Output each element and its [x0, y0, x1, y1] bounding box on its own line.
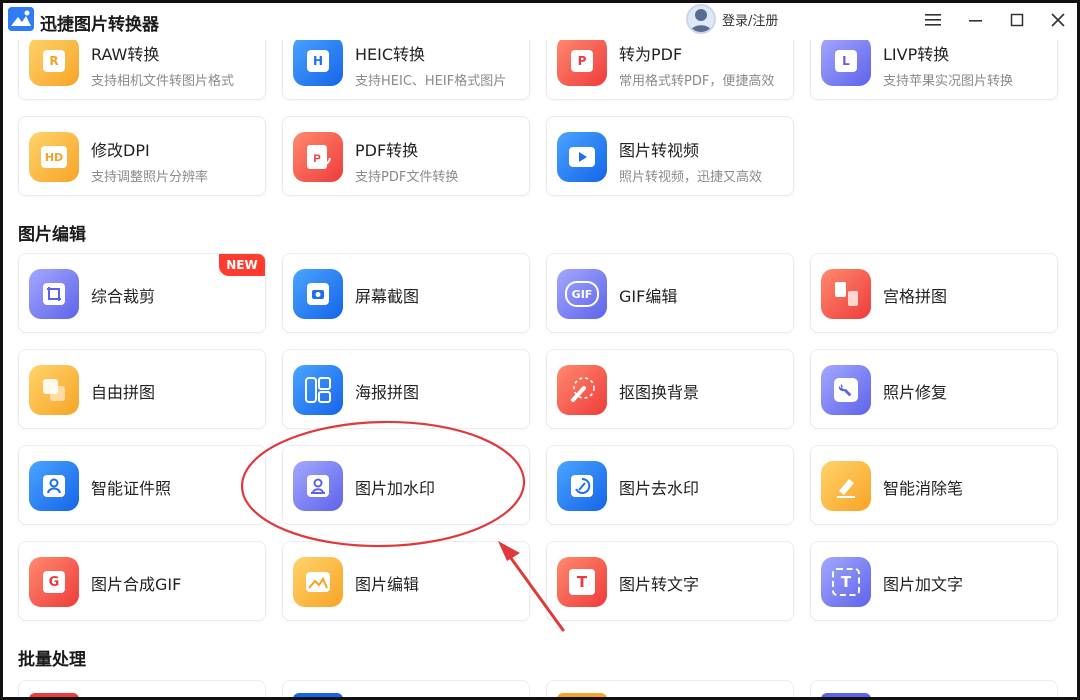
pdf-convert-icon: P	[293, 132, 343, 182]
card-desc: 支持调整照片分辨率	[91, 170, 209, 185]
eraser-icon	[821, 461, 871, 511]
card-label: 图片合成GIF	[91, 575, 182, 594]
card-label: 图片加文字	[883, 575, 964, 594]
video-icon	[557, 132, 607, 182]
card-poster-collage[interactable]: 海报拼图	[282, 349, 530, 429]
card-grid-collage[interactable]: 宫格拼图	[810, 253, 1058, 333]
id-photo-icon	[29, 461, 79, 511]
batch-card[interactable]	[810, 680, 1058, 700]
heic-icon: H	[293, 36, 343, 86]
card-label: 图片转文字	[619, 575, 700, 594]
repair-icon	[821, 365, 871, 415]
grid-collage-icon	[821, 269, 871, 319]
new-badge: NEW	[219, 254, 265, 276]
card-image-to-text[interactable]: T 图片转文字	[546, 541, 794, 621]
card-desc: 支持PDF文件转换	[355, 170, 459, 185]
card-add-watermark[interactable]: 图片加水印	[282, 445, 530, 525]
card-label: 修改DPI	[91, 141, 150, 160]
card-label: 图片编辑	[355, 575, 420, 594]
login-button[interactable]: 登录/注册	[686, 4, 779, 34]
app-logo-icon	[8, 7, 34, 31]
card-desc: 支持相机文件转图片格式	[91, 74, 235, 89]
add-text-icon: T	[821, 557, 871, 607]
avatar	[686, 4, 716, 34]
livp-icon: L	[821, 36, 871, 86]
card-label: 图片加水印	[355, 479, 436, 498]
card-desc: 照片转视频，迅捷又高效	[619, 170, 763, 185]
batch-card[interactable]	[282, 680, 530, 700]
card-modify-dpi[interactable]: HD 修改DPI 支持调整照片分辨率	[18, 116, 266, 196]
card-image-to-video[interactable]: 图片转视频 照片转视频，迅捷又高效	[546, 116, 794, 196]
card-label: 图片去水印	[619, 479, 700, 498]
free-collage-icon	[29, 365, 79, 415]
card-cutout-background[interactable]: 抠图换背景	[546, 349, 794, 429]
card-label: 海报拼图	[355, 383, 420, 402]
card-id-photo[interactable]: 智能证件照	[18, 445, 266, 525]
card-label: 智能消除笔	[883, 479, 964, 498]
menu-button[interactable]	[921, 8, 945, 32]
section-title-batch: 批量处理	[18, 650, 86, 670]
minimize-button[interactable]	[963, 8, 987, 32]
raw-icon: R	[29, 36, 79, 86]
card-label: 图片转视频	[619, 141, 700, 160]
card-label: HEIC转换	[355, 45, 426, 64]
batch-card-icon	[293, 693, 343, 700]
batch-card-icon	[29, 693, 79, 700]
card-screenshot[interactable]: 屏幕截图	[282, 253, 530, 333]
title-bar: 迅捷图片转换器 登录/注册	[0, 0, 1080, 40]
svg-text:P: P	[313, 153, 320, 165]
card-desc: 支持苹果实况图片转换	[883, 74, 1014, 89]
section-title-image-edit: 图片编辑	[18, 225, 86, 245]
card-label: 屏幕截图	[355, 287, 420, 306]
card-desc: 常用格式转PDF，便捷高效	[619, 74, 775, 89]
card-label: RAW转换	[91, 45, 160, 64]
crop-icon	[29, 269, 79, 319]
batch-card-icon	[557, 693, 607, 700]
card-add-text[interactable]: T 图片加文字	[810, 541, 1058, 621]
batch-card[interactable]	[18, 680, 266, 700]
poster-collage-icon	[293, 365, 343, 415]
remove-watermark-icon	[557, 461, 607, 511]
make-gif-icon: G	[29, 557, 79, 607]
card-smart-eraser[interactable]: 智能消除笔	[810, 445, 1058, 525]
minimize-icon	[969, 20, 982, 22]
card-label: 转为PDF	[619, 45, 683, 64]
card-free-collage[interactable]: 自由拼图	[18, 349, 266, 429]
card-crop[interactable]: 综合裁剪 NEW	[18, 253, 266, 333]
batch-card-icon	[821, 693, 871, 700]
card-label: PDF转换	[355, 141, 419, 160]
close-button[interactable]	[1046, 8, 1070, 32]
cutout-icon	[557, 365, 607, 415]
card-label: LIVP转换	[883, 45, 950, 64]
card-image-edit[interactable]: 图片编辑	[282, 541, 530, 621]
maximize-icon	[1010, 13, 1024, 27]
card-label: 智能证件照	[91, 479, 172, 498]
add-watermark-icon	[293, 461, 343, 511]
card-label: GIF编辑	[619, 287, 678, 306]
batch-card[interactable]	[546, 680, 794, 700]
image-edit-icon	[293, 557, 343, 607]
card-label: 宫格拼图	[883, 287, 948, 306]
app-title: 迅捷图片转换器	[40, 15, 159, 35]
screenshot-icon	[293, 269, 343, 319]
card-label: 抠图换背景	[619, 383, 700, 402]
card-gif-edit[interactable]: GIF GIF编辑	[546, 253, 794, 333]
card-pdf-convert[interactable]: P PDF转换 支持PDF文件转换	[282, 116, 530, 196]
gif-icon: GIF	[557, 269, 607, 319]
close-icon	[1051, 13, 1065, 27]
card-remove-watermark[interactable]: 图片去水印	[546, 445, 794, 525]
card-label: 综合裁剪	[91, 287, 156, 306]
card-make-gif[interactable]: G 图片合成GIF	[18, 541, 266, 621]
card-label: 照片修复	[883, 383, 948, 402]
card-desc: 支持HEIC、HEIF格式图片	[355, 74, 507, 89]
pdf-icon: P	[557, 36, 607, 86]
maximize-button[interactable]	[1005, 8, 1029, 32]
login-label: 登录/注册	[722, 13, 779, 29]
hamburger-icon	[925, 14, 941, 26]
dpi-icon: HD	[29, 132, 79, 182]
ocr-icon: T	[557, 557, 607, 607]
card-label: 自由拼图	[91, 383, 156, 402]
card-photo-repair[interactable]: 照片修复	[810, 349, 1058, 429]
